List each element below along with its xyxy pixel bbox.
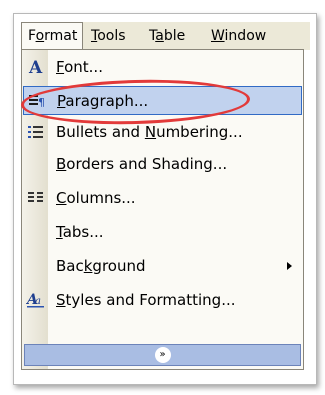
expand-menu-button[interactable]: » [24, 344, 301, 366]
menu-item-background[interactable]: Background [23, 252, 302, 281]
bullets-icon [26, 122, 46, 142]
menu-window[interactable]: Window [211, 22, 266, 50]
menu-item-styles-formatting[interactable]: A a Styles and Formatting... [23, 286, 302, 315]
menu-item-font[interactable]: A Font... [23, 53, 302, 82]
format-menu-dropdown: A Font... ¶ Paragraph... Bullets and Num… [21, 49, 304, 370]
menu-item-tabs[interactable]: Tabs... [23, 218, 302, 247]
menu-item-paragraph[interactable]: ¶ Paragraph... [23, 86, 302, 115]
menu-bar: Format Tools Table Window [21, 22, 310, 50]
double-chevron-down-icon: » [154, 347, 171, 363]
menu-format[interactable]: Format [21, 22, 83, 50]
svg-text:a: a [35, 296, 41, 307]
menu-item-borders-shading[interactable]: Borders and Shading... [23, 150, 302, 179]
submenu-arrow-icon [287, 262, 292, 270]
menu-item-columns[interactable]: Columns... [23, 184, 302, 213]
menu-tools[interactable]: Tools [91, 22, 126, 50]
font-icon: A [26, 57, 46, 77]
svg-text:A: A [28, 58, 43, 76]
menu-item-bullets-numbering[interactable]: Bullets and Numbering... [23, 118, 302, 147]
menu-table[interactable]: Table [149, 22, 185, 50]
styles-icon: A a [26, 290, 46, 310]
paragraph-icon: ¶ [27, 91, 47, 111]
columns-icon [26, 188, 46, 208]
svg-text:¶: ¶ [38, 96, 45, 109]
